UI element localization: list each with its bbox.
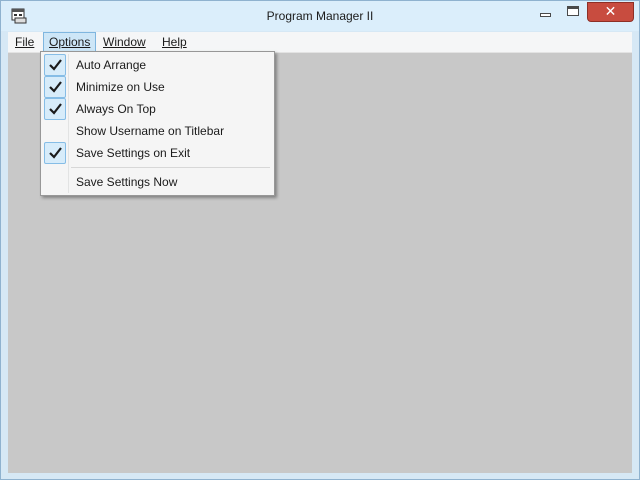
menu-help[interactable]: Help	[157, 32, 192, 52]
close-icon: ✕	[604, 4, 617, 20]
menu-item-minimize-on-use[interactable]: Minimize on Use	[43, 76, 272, 98]
maximize-button[interactable]	[560, 2, 586, 22]
menu-file[interactable]: File	[10, 32, 39, 52]
menu-separator	[71, 167, 270, 168]
close-button[interactable]: ✕	[587, 2, 634, 22]
menu-bar: File Options Window Help	[8, 32, 632, 53]
menu-options[interactable]: Options	[43, 32, 97, 52]
menu-item-label: Save Settings on Exit	[76, 146, 191, 160]
menu-item-always-on-top[interactable]: Always On Top	[43, 98, 272, 120]
menu-window-label: Window	[103, 35, 146, 49]
title-bar[interactable]: Program Manager II ✕	[1, 1, 639, 31]
checkmark-icon	[44, 98, 66, 120]
checkmark-icon	[44, 76, 66, 98]
checkmark-icon	[44, 142, 66, 164]
menu-item-auto-arrange[interactable]: Auto Arrange	[43, 54, 272, 76]
options-dropdown-menu: Auto Arrange Minimize on Use Always On T…	[40, 51, 275, 196]
menu-item-label: Auto Arrange	[76, 58, 147, 72]
menu-window[interactable]: Window	[98, 32, 151, 52]
menu-item-label: Show Username on Titlebar	[76, 124, 225, 138]
menu-item-save-settings-now[interactable]: Save Settings Now	[43, 171, 272, 193]
menu-file-label: File	[15, 35, 35, 49]
menu-item-show-username-on-titlebar[interactable]: Show Username on Titlebar	[43, 120, 272, 142]
minimize-button[interactable]	[533, 2, 559, 22]
menu-item-label: Minimize on Use	[76, 80, 165, 94]
menu-item-label: Save Settings Now	[76, 175, 178, 189]
menu-help-label: Help	[162, 35, 187, 49]
checkmark-icon	[44, 54, 66, 76]
menu-item-label: Always On Top	[76, 102, 156, 116]
menu-options-label: Options	[49, 35, 91, 49]
menu-item-save-settings-on-exit[interactable]: Save Settings on Exit	[43, 142, 272, 164]
